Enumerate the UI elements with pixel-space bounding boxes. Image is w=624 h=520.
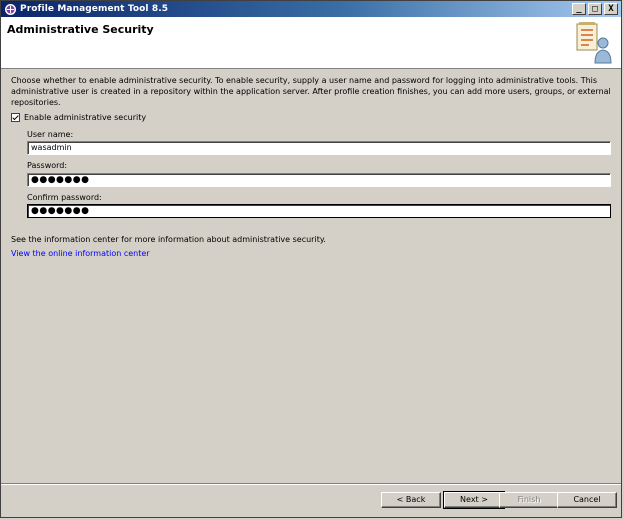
user-name-field[interactable]: wasadmin [27, 141, 611, 155]
password-label: Password: [27, 161, 68, 170]
user-name-label: User name: [27, 130, 74, 139]
window-title: Profile Management Tool 8.5 [20, 4, 169, 14]
next-button[interactable]: Next > [443, 491, 505, 509]
header-banner: Administrative Security [1, 17, 621, 69]
confirm-password-field[interactable]: ●●●●●●● [27, 204, 611, 218]
minimize-button[interactable]: _ [572, 3, 586, 15]
caption-buttons: _ □ X [570, 3, 618, 15]
app-icon [5, 3, 16, 15]
enable-security-checkbox[interactable] [11, 113, 20, 122]
confirm-password-label: Confirm password: [27, 193, 102, 202]
title-bar[interactable]: Profile Management Tool 8.5 _ □ X [1, 1, 621, 17]
checklist-user-icon [575, 21, 613, 65]
info-text: See the information center for more info… [11, 235, 326, 244]
profile-management-window: Profile Management Tool 8.5 _ □ X Admini… [0, 0, 622, 518]
close-button[interactable]: X [604, 3, 618, 15]
maximize-button[interactable]: □ [588, 3, 602, 15]
description-text: Choose whether to enable administrative … [11, 76, 611, 107]
cancel-button[interactable]: Cancel [557, 492, 617, 508]
enable-security-row[interactable]: Enable administrative security [11, 113, 146, 122]
password-field[interactable]: ●●●●●●● [27, 173, 611, 187]
back-button[interactable]: < Back [381, 492, 441, 508]
enable-security-label: Enable administrative security [24, 113, 147, 122]
content-panel: Choose whether to enable administrative … [1, 69, 621, 487]
finish-button[interactable]: Finish [499, 492, 559, 508]
info-center-link[interactable]: View the online information center [11, 249, 150, 258]
page-title: Administrative Security [7, 23, 154, 36]
footer-separator [1, 483, 621, 485]
